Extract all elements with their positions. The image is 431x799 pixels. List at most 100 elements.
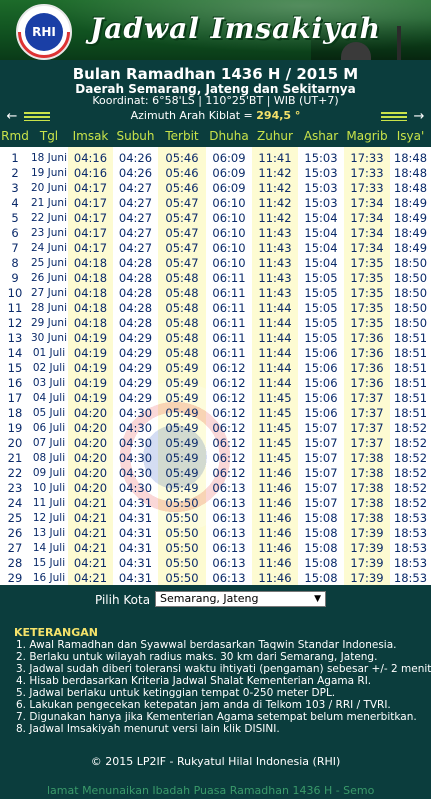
column-header: Subuh [116,129,155,143]
table-cell: 15:06 [304,361,338,375]
table-cell: 7 [11,241,19,255]
table-row: 7 24 Juni 04:17 04:27 05:47 06:10 11:43 15:04 17… [0,241,431,256]
table-cell: 17:34 [350,211,384,225]
city-select[interactable]: Semarang, Jateng ▼ [155,591,326,607]
table-cell: 05:48 [165,346,199,360]
table-cell: 12 Juli [32,512,66,524]
table-cell: 05:47 [165,211,199,225]
table-cell: 18:51 [393,331,428,345]
table-cell: 17:39 [350,556,384,570]
table-cell: 21 Juni [30,197,68,209]
table-cell: 17:37 [350,421,384,435]
notes-section: KETERANGAN 1. Awal Ramadhan dan Syawwal … [0,613,431,743]
table-cell: 11:45 [258,451,292,465]
rhi-logo: RHI [16,4,72,60]
table-cell: 09 Juli [32,467,66,479]
table-cell: 05:50 [165,526,199,540]
table-cell: 6 [11,226,19,240]
table-cell: 26 Juni [30,272,68,284]
table-cell: 08 Juli [32,452,66,464]
table-cell: 17:33 [350,151,384,165]
table-cell: 11 Juli [32,497,66,509]
table-row: 10 27 Juni 04:18 04:28 05:48 06:11 11:43 15:05 1… [0,286,431,301]
table-cell: 8 [11,256,19,270]
table-cell: 04:30 [118,451,153,465]
table-cell: 10 [7,286,23,300]
table-cell: 11:42 [258,181,292,195]
table-row: 5 22 Juni 04:17 04:27 05:47 06:10 11:42 15:04 17… [0,211,431,226]
table-cell: 06:10 [212,211,246,225]
table-cell: 05:47 [165,226,199,240]
right-arrow-icon[interactable]: → [409,108,429,125]
table-cell: 04:18 [73,316,108,330]
table-cell: 04:21 [73,511,108,525]
table-cell: 05:49 [165,436,199,450]
table-cell: 15:08 [304,541,338,555]
table-cell: 15:07 [304,496,338,510]
note-item[interactable]: 8. Jadwal Imsakiyah menurut versi lain k… [16,723,280,735]
table-cell: 05:48 [165,331,199,345]
table-cell: 17:33 [350,181,384,195]
table-cell: 04:17 [73,196,108,210]
table-cell: 1 [11,151,19,165]
table-cell: 29 [7,571,23,585]
table-cell: 01 Juli [32,347,66,359]
table-cell: 16 [7,376,23,390]
table-cell: 15:06 [304,346,338,360]
table-cell: 05:48 [165,271,199,285]
table-cell: 15:08 [304,511,338,525]
table-cell: 05:50 [165,496,199,510]
table-cell: 11:45 [258,421,292,435]
table-row: 27 14 Juli 04:21 04:31 05:50 06:13 11:46 15:08 1… [0,541,431,556]
table-row: 21 08 Juli 04:20 04:30 05:49 06:12 11:45 15:07 1… [0,451,431,466]
table-cell: 04:18 [73,256,108,270]
table-cell: 18:53 [393,526,428,540]
table-cell: 17:35 [350,271,384,285]
table-row: 11 28 Juni 04:18 04:28 05:48 06:11 11:44 15:05 1… [0,301,431,316]
table-cell: 11:43 [258,256,292,270]
table-cell: 04:30 [118,421,153,435]
table-cell: 17:37 [350,391,384,405]
table-cell: 11:46 [258,481,292,495]
table-cell: 15:07 [304,481,338,495]
table-row: 1 18 Juni 04:16 04:26 05:46 06:09 11:41 15:03 17… [0,151,431,166]
table-cell: 28 Juni [30,302,68,314]
table-cell: 03 Juli [32,377,66,389]
table-cell: 11:46 [258,466,292,480]
table-cell: 17:39 [350,541,384,555]
table-cell: 11:46 [258,556,292,570]
table-cell: 04:16 [73,166,108,180]
table-row: 22 09 Juli 04:20 04:30 05:49 06:12 11:46 15:07 1… [0,466,431,481]
table-cell: 04:27 [118,196,153,210]
table-cell: 05:49 [165,376,199,390]
table-cell: 19 [7,421,23,435]
table-cell: 04:20 [73,406,108,420]
column-header: Tgl [39,129,59,143]
table-cell: 17:36 [350,376,384,390]
table-cell: 04:30 [118,406,153,420]
table-cell: 06:13 [212,511,246,525]
table-cell: 11:43 [258,226,292,240]
table-cell: 04:31 [118,496,153,510]
table-cell: 06:12 [212,421,246,435]
table-cell: 06:10 [212,226,246,240]
table-cell: 28 [7,556,23,570]
table-row: 3 20 Juni 04:17 04:27 05:46 06:09 11:42 15:03 17… [0,181,431,196]
table-cell: 3 [11,181,19,195]
table-cell: 15:03 [304,151,338,165]
table-cell: 13 [7,331,23,345]
table-cell: 18:50 [393,316,428,330]
table-cell: 17:39 [350,526,384,540]
table-cell: 05:50 [165,541,199,555]
table-cell: 11:44 [258,346,292,360]
table-row: 8 25 Juni 04:18 04:28 05:47 06:10 11:43 15:04 17… [0,256,431,271]
table-cell: 12 [7,316,23,330]
table-cell: 04:18 [73,286,108,300]
table-cell: 10 Juli [32,482,66,494]
table-cell: 18 Juni [30,152,68,164]
table-cell: 11:46 [258,571,292,585]
table-cell: 18:49 [393,241,428,255]
note-item: 5. Jadwal berlaku untuk ketinggian tempa… [16,687,336,699]
table-cell: 05:48 [165,286,199,300]
city-filter: Pilih Kota Semarang, Jateng ▼ [0,585,431,613]
